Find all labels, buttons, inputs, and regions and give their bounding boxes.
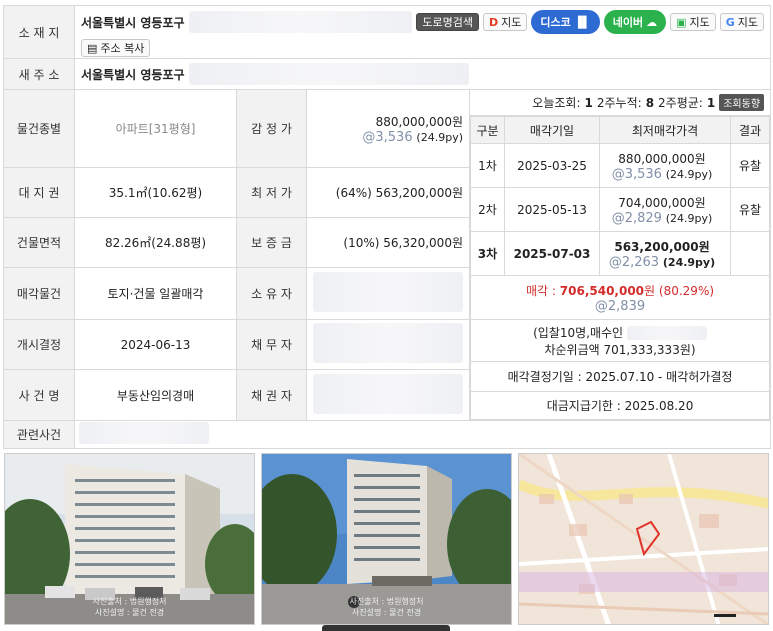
photo-gallery: 사진출처 : 법원행정처 사진설명 : 물건 전경 사진출처 : 법원행정처 사진설… [4, 453, 770, 625]
payment-deadline: 대금지급기한 : 2025.08.20 [469, 391, 771, 420]
building-area-value: 82.26㎡(24.88평) [74, 217, 237, 268]
type-value[interactable]: 아파트[31평형] [74, 89, 237, 168]
related-case-label: 관련사건 [3, 420, 75, 449]
debtor-value [306, 319, 470, 370]
blurred-new-address [188, 63, 469, 85]
location-address: 서울특별시 영등포구 [81, 15, 185, 30]
creditor-label: 채 권 자 [236, 369, 307, 421]
start-decision-label: 개시결정 [3, 319, 75, 370]
naver-map-button[interactable]: ▣ 지도 [670, 13, 716, 31]
clipboard-icon: ▤ [87, 41, 98, 55]
appraisal-label: 감 정 가 [236, 89, 307, 168]
deposit-value: (10%) 56,320,000원 [306, 217, 470, 268]
deposit-label: 보 증 금 [236, 217, 307, 268]
building-photo-1[interactable]: 사진출처 : 법원행정처 사진설명 : 물건 전경 [4, 453, 255, 625]
history-header-price: 최저매각가격 [599, 116, 731, 144]
location-cell: 서울특별시 영등포구 도로명검색 D 지도 디스코 ▐▌ 네이버 ☁ ▣ 지도 [73, 5, 772, 59]
min-price-label: 최 저 가 [236, 167, 307, 218]
start-decision-value: 2024-06-13 [74, 319, 237, 370]
blurred-address [188, 11, 413, 33]
owner-label: 소 유 자 [236, 267, 307, 320]
land-right-label: 대 지 권 [3, 167, 75, 218]
google-map-button[interactable]: G 지도 [719, 13, 765, 31]
info-table: 소 재 지 서울특별시 영등포구 도로명검색 D 지도 디스코 ▐▌ 네이버 ☁ [3, 5, 772, 449]
case-name-label: 사 건 명 [3, 369, 75, 421]
daum-map-button[interactable]: D 지도 [483, 13, 528, 31]
sale-result: 매각 : 706,540,000원 (80.29%) @2,839 [469, 275, 771, 320]
history-header-round: 구분 [470, 116, 505, 144]
building-photo-2[interactable]: 사진출처 : 법원행정처 사진설명 : 물건 전경 [261, 453, 512, 625]
type-label: 물건종별 [3, 89, 75, 168]
appraisal-py: (24.9py) [416, 130, 463, 144]
road-search-button[interactable]: 도로명검색 [416, 13, 480, 31]
view-stats: 오늘조회: 1 2주누적: 8 2주평균: 1 조회동향 [470, 90, 771, 116]
land-right-value: 35.1㎡(10.62평) [74, 167, 237, 218]
table-row: 3차 2025-07-03 563,200,000원 @2,263 (24.9p… [470, 231, 771, 276]
auction-info-panel: 소 재 지 서울특별시 영등포구 도로명검색 D 지도 디스코 ▐▌ 네이버 ☁ [3, 5, 772, 449]
location-label: 소 재 지 [3, 5, 75, 59]
debtor-label: 채 무 자 [236, 319, 307, 370]
location-map[interactable] [518, 453, 769, 625]
sale-item-value: 토지·건물 일괄매각 [74, 267, 237, 320]
creditor-value [306, 369, 470, 421]
bid-info: (입찰10명,매수인 차순위금액 701,333,333원) [469, 319, 771, 362]
naver-button[interactable]: 네이버 ☁ [603, 10, 667, 34]
copy-address-button[interactable]: ▤ 주소 복사 [81, 39, 151, 57]
related-case-value [73, 420, 772, 449]
appraisal-value: 880,000,000원 [375, 114, 463, 129]
appraisal-cell: 880,000,000원 @3,536 (24.9py) [306, 89, 470, 168]
min-price-value: (64%) 563,200,000원 [306, 167, 470, 218]
map-image [519, 454, 768, 624]
view-trend-button[interactable]: 조회동향 [719, 94, 765, 111]
new-address-cell: 서울특별시 영등포구 [73, 58, 772, 90]
naver-map-icon: ▣ [676, 15, 687, 29]
sale-item-label: 매각물건 [3, 267, 75, 320]
history-table: 구분 매각기일 최저매각가격 결과 1차 2025-03-25 880,000,… [469, 116, 771, 420]
history-header-result: 결과 [729, 116, 771, 144]
new-address-value: 서울특별시 영등포구 [81, 67, 185, 82]
appraisal-unit: @3,536 [362, 129, 413, 145]
disco-button[interactable]: 디스코 ▐▌ [531, 10, 600, 34]
owner-value [306, 267, 470, 320]
table-row: 2차 2025-05-13 704,000,000원 @2,829 (24.9p… [470, 187, 771, 232]
daum-icon: D [489, 15, 499, 29]
case-name-value: 부동산임의경매 [74, 369, 237, 421]
google-icon: G [725, 15, 735, 29]
cloud-icon: ☁ [646, 15, 658, 29]
table-row: 1차 2025-03-25 880,000,000원 @3,536 (24.9p… [470, 143, 771, 188]
history-panel: 오늘조회: 1 2주누적: 8 2주평균: 1 조회동향 구분 매각기일 최저매각가격… [468, 89, 772, 421]
history-header-date: 매각기일 [504, 116, 600, 144]
bar-chart-icon: ▐▌ [573, 15, 591, 29]
gallery-tab[interactable] [322, 625, 450, 631]
new-address-label: 새 주 소 [3, 58, 75, 90]
blurred-buyer [626, 326, 707, 340]
decision-date: 매각결정기일 : 2025.07.10 - 매각허가결정 [469, 361, 771, 392]
building-area-label: 건물면적 [3, 217, 75, 268]
